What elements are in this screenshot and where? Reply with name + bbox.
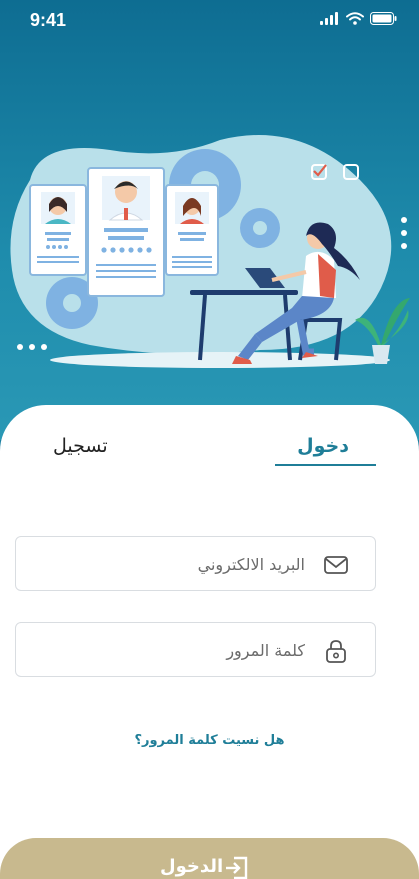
active-tab-indicator bbox=[275, 464, 376, 466]
signal-icon bbox=[320, 12, 338, 25]
mail-icon bbox=[324, 556, 348, 574]
header-banner: 9:41 bbox=[0, 0, 419, 440]
status-bar: 9:41 bbox=[0, 0, 419, 44]
tab-register[interactable]: تسجيل bbox=[53, 435, 108, 457]
password-input[interactable] bbox=[65, 635, 305, 665]
lock-icon bbox=[326, 640, 346, 663]
sign-in-icon bbox=[226, 856, 248, 879]
email-input[interactable] bbox=[65, 549, 305, 579]
tab-login[interactable]: دخول bbox=[297, 435, 349, 457]
recruiting-illustration bbox=[10, 135, 410, 368]
login-button-label: الدخول bbox=[160, 856, 224, 877]
wifi-icon bbox=[346, 12, 364, 25]
email-field[interactable] bbox=[15, 536, 376, 591]
password-field[interactable] bbox=[15, 622, 376, 677]
login-button[interactable]: الدخول bbox=[0, 838, 419, 879]
battery-icon bbox=[370, 12, 397, 25]
status-time: 9:41 bbox=[30, 10, 67, 30]
forgot-password-link[interactable]: هل نسيت كلمة المرور؟ bbox=[0, 733, 419, 748]
status-icons bbox=[320, 12, 397, 25]
